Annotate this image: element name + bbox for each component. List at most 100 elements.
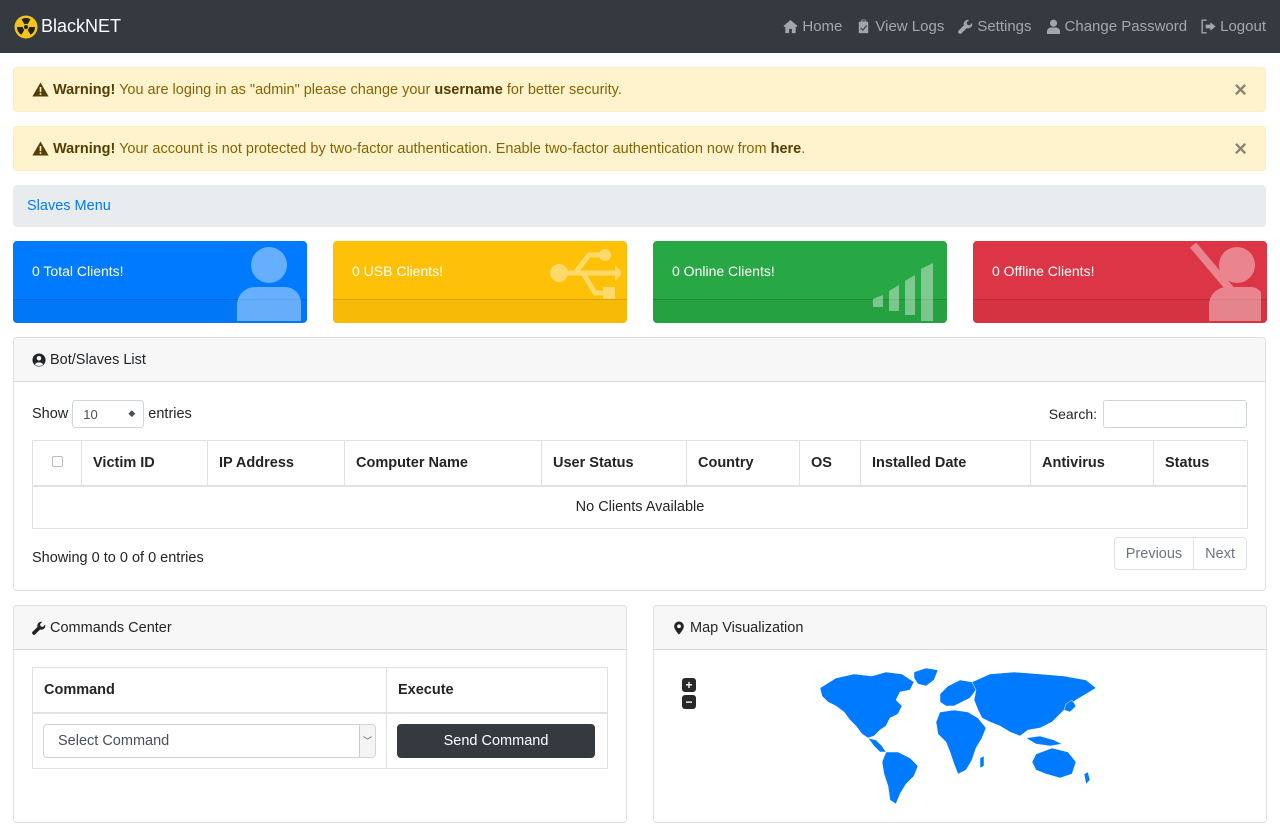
- breadcrumb: Slaves Menu: [13, 185, 1266, 227]
- entries-label: entries: [148, 406, 192, 422]
- search-input[interactable]: [1103, 400, 1247, 428]
- alert-text: Warning! Your account is not protected b…: [53, 141, 805, 157]
- online-clients-card: 0 Online Clients!: [653, 241, 947, 323]
- page-size-select[interactable]: 10 ◆: [72, 400, 145, 428]
- north-america-region: [819, 671, 915, 739]
- command-cell: Select Command ﹀: [32, 712, 387, 769]
- user-icon: [237, 247, 301, 321]
- chevron-down-icon: ﹀: [359, 724, 375, 757]
- nav-logout-label: Logout: [1220, 18, 1266, 35]
- signal-icon: [873, 263, 933, 321]
- nav-view-logs[interactable]: View Logs: [856, 18, 944, 35]
- asia-region: [971, 671, 1097, 737]
- sign-out-icon: [1201, 19, 1216, 34]
- column-header[interactable]: IP Address: [207, 440, 345, 487]
- user-icon: [1046, 19, 1060, 34]
- alert-strong: Warning!: [53, 81, 116, 98]
- nav-settings[interactable]: Settings: [958, 18, 1032, 35]
- alert-text-before: You are loging in as "admin" please chan…: [115, 81, 435, 98]
- warning-triangle-icon: [32, 82, 49, 97]
- map-marker-icon: [674, 620, 684, 635]
- close-alert-button[interactable]: ×: [1234, 138, 1247, 160]
- show-label: Show: [32, 406, 69, 422]
- slaves-table: Victim ID IP Address Computer Name User …: [32, 440, 1248, 529]
- next-page-button[interactable]: Next: [1194, 537, 1247, 570]
- alert-bold: username: [434, 81, 503, 98]
- zoom-out-button[interactable]: −: [682, 695, 696, 709]
- column-header[interactable]: Antivirus: [1030, 440, 1154, 487]
- table-search: Search:: [1049, 400, 1247, 428]
- brand-link[interactable]: BlackNET: [14, 15, 121, 39]
- nav-logout[interactable]: Logout: [1201, 18, 1266, 35]
- column-header[interactable]: Country: [686, 440, 800, 487]
- panel-header: Commands Center: [14, 606, 626, 650]
- page-size-control: Show 10 ◆ entries: [32, 400, 192, 428]
- panel-title: Bot/Slaves List: [50, 351, 146, 368]
- nav-home[interactable]: Home: [783, 18, 842, 35]
- nav-settings-label: Settings: [977, 18, 1032, 35]
- column-header: Command: [32, 667, 387, 714]
- column-header[interactable]: Computer Name: [344, 440, 542, 487]
- clipboard-icon: [859, 19, 869, 34]
- nav-change-password-label: Change Password: [1064, 18, 1188, 35]
- column-header: Execute: [386, 667, 608, 714]
- top-navbar: BlackNET Home View Logs Settings Change …: [0, 0, 1280, 53]
- online-clients-label: 0 Online Clients!: [672, 263, 775, 279]
- breadcrumb-slaves-menu[interactable]: Slaves Menu: [27, 198, 111, 214]
- table-row: No Clients Available: [32, 485, 1248, 529]
- madagascar-region: [979, 755, 985, 769]
- chevron-updown-icon: ◆: [128, 408, 136, 418]
- select-all-header[interactable]: [32, 440, 82, 487]
- alert-text-after: .: [801, 140, 806, 157]
- nav-home-label: Home: [802, 18, 843, 35]
- panel-header: Bot/Slaves List: [14, 338, 1265, 382]
- panel-title: Commands Center: [50, 619, 172, 636]
- wrench-icon: [958, 19, 973, 34]
- select-all-checkbox[interactable]: [51, 455, 63, 467]
- pagination: Previous Next: [1113, 537, 1247, 570]
- commands-table: Command Execute Select Command ﹀ Send Co…: [32, 667, 608, 769]
- africa-region: [935, 709, 987, 775]
- table-header-row: Command Execute: [32, 667, 608, 714]
- nav-change-password[interactable]: Change Password: [1046, 18, 1188, 35]
- column-header[interactable]: Status: [1153, 440, 1248, 487]
- zoom-in-button[interactable]: +: [682, 678, 696, 692]
- column-header[interactable]: Victim ID: [81, 440, 208, 487]
- usb-icon: [550, 249, 621, 299]
- radiation-logo-icon: [14, 15, 38, 38]
- search-label: Search:: [1048, 406, 1097, 422]
- column-header[interactable]: User Status: [541, 440, 687, 487]
- nav-view-logs-label: View Logs: [875, 18, 945, 35]
- command-select-value: Select Command: [58, 732, 170, 749]
- command-select[interactable]: Select Command ﹀: [43, 723, 376, 758]
- total-clients-card: 0 Total Clients!: [13, 241, 307, 323]
- central-america-region: [867, 737, 887, 753]
- execute-cell: Send Command: [386, 712, 608, 769]
- send-command-button[interactable]: Send Command: [397, 723, 595, 758]
- column-header[interactable]: OS: [799, 440, 861, 487]
- user-circle-icon: [32, 352, 46, 367]
- close-alert-button[interactable]: ×: [1234, 79, 1247, 101]
- table-row: Select Command ﹀ Send Command: [32, 712, 608, 769]
- offline-clients-card: 0 Offline Clients!: [973, 241, 1267, 323]
- alert-text: Warning! You are loging in as "admin" pl…: [53, 82, 622, 98]
- table-header-row: Victim ID IP Address Computer Name User …: [32, 440, 1248, 487]
- alert-text-after: for better security.: [502, 81, 622, 98]
- panel-title: Map Visualization: [690, 619, 804, 636]
- page-size-value: 10: [83, 406, 98, 422]
- admin-username-warning: Warning! You are loging in as "admin" pl…: [13, 67, 1266, 112]
- offline-clients-label: 0 Offline Clients!: [992, 263, 1095, 279]
- enable-2fa-link[interactable]: here: [771, 141, 802, 157]
- commands-center-panel: Commands Center Command Execute Select C…: [13, 605, 627, 823]
- alert-strong: Warning!: [53, 140, 116, 157]
- map-visualization-panel: Map Visualization + −: [653, 605, 1267, 823]
- empty-table-message: No Clients Available: [32, 485, 1248, 529]
- table-info: Showing 0 to 0 of 0 entries: [32, 550, 204, 566]
- brand-name: BlackNET: [41, 16, 122, 36]
- column-header[interactable]: Installed Date: [860, 440, 1031, 487]
- world-map[interactable]: [814, 666, 1104, 806]
- previous-page-button[interactable]: Previous: [1113, 537, 1195, 570]
- slaves-list-panel: Bot/Slaves List Show 10 ◆ entries Search…: [13, 337, 1266, 591]
- australia-region: [1031, 747, 1077, 779]
- total-clients-label: 0 Total Clients!: [32, 263, 124, 279]
